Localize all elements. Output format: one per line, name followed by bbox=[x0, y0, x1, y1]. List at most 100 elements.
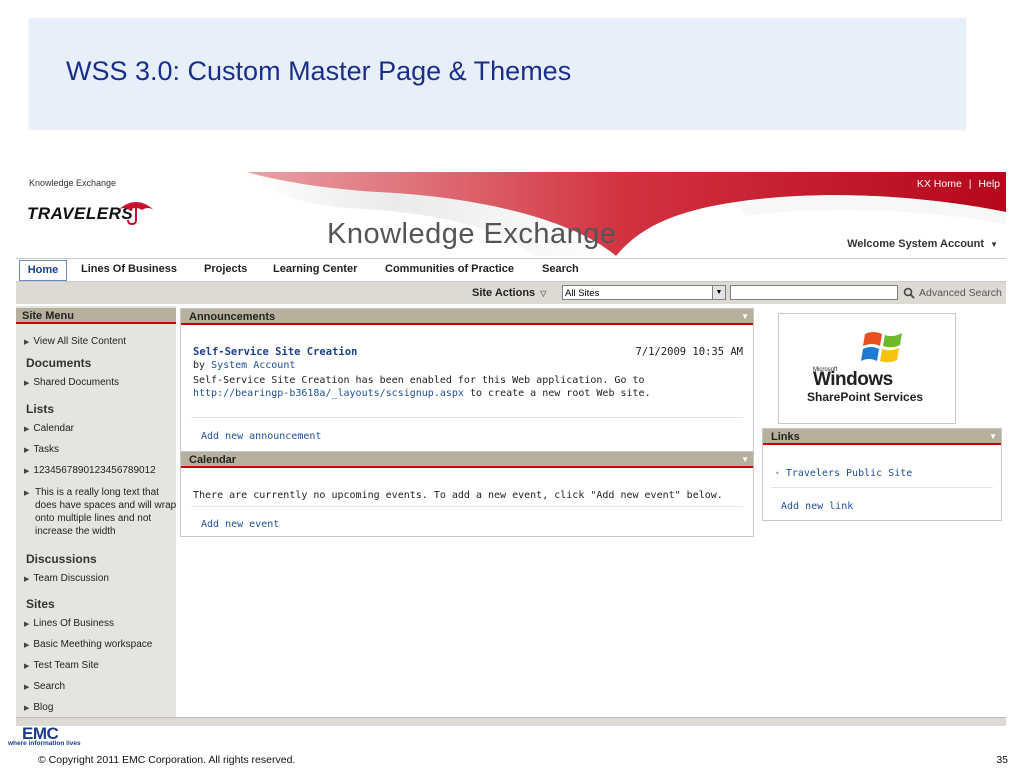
nav-item-label: This is a really long text that does hav… bbox=[35, 487, 177, 537]
nav-item-label: Test Team Site bbox=[33, 660, 99, 671]
search-icon[interactable] bbox=[903, 287, 915, 299]
section-sites-heading[interactable]: Sites bbox=[26, 597, 55, 611]
announcement-body-text: Self-Service Site Creation has been enab… bbox=[193, 375, 645, 386]
triangle-right-icon: ▶ bbox=[24, 621, 30, 628]
nav-item-team-discussion[interactable]: ▶ Team Discussion bbox=[24, 573, 109, 584]
announcements-webpart: Announcements ▼ Self-Service Site Creati… bbox=[180, 308, 754, 453]
top-navigation: Home Lines Of Business Projects Learning… bbox=[16, 258, 1006, 282]
announcement-date: 7/1/2009 10:35 AM bbox=[635, 346, 743, 358]
advanced-search-link[interactable]: Advanced Search bbox=[919, 287, 1002, 299]
search-scope-select[interactable]: All Sites ▼ bbox=[562, 285, 726, 300]
announcement-byline: by System Account bbox=[193, 360, 295, 371]
triangle-right-icon: ▶ bbox=[24, 684, 30, 691]
announcement-title-link[interactable]: Self-Service Site Creation bbox=[193, 346, 357, 358]
divider bbox=[771, 487, 993, 488]
umbrella-icon bbox=[118, 202, 154, 226]
page-number: 35 bbox=[996, 754, 1008, 766]
triangle-right-icon: ▶ bbox=[24, 426, 30, 433]
copyright-text: © Copyright 2011 EMC Corporation. All ri… bbox=[38, 754, 296, 766]
site-header: Knowledge Exchange TRAVELERS KX Home | H… bbox=[16, 172, 1006, 258]
triangle-right-icon: ▶ bbox=[24, 447, 30, 454]
triangle-right-icon: ▶ bbox=[24, 642, 30, 649]
nav-item-label: Shared Documents bbox=[33, 377, 119, 388]
nav-item-lines-of-business[interactable]: ▶ Lines Of Business bbox=[24, 618, 114, 629]
tab-learning-center[interactable]: Learning Center bbox=[273, 263, 357, 275]
site-actions-bar: Site Actions ▽ All Sites ▼ Advanced Sear… bbox=[16, 282, 1006, 304]
nav-item-tasks[interactable]: ▶ Tasks bbox=[24, 444, 59, 455]
divider bbox=[191, 506, 743, 507]
triangle-right-icon: ▶ bbox=[24, 468, 30, 475]
triangle-right-icon: ▶ bbox=[24, 380, 30, 387]
kx-home-link[interactable]: KX Home bbox=[917, 178, 962, 190]
sharepoint-screenshot: Knowledge Exchange TRAVELERS KX Home | H… bbox=[16, 172, 1006, 726]
dropdown-arrow-icon[interactable]: ▼ bbox=[712, 286, 725, 299]
top-link-separator: | bbox=[968, 178, 972, 190]
nav-item-calendar[interactable]: ▶ Calendar bbox=[24, 423, 74, 434]
nav-item-label: Team Discussion bbox=[33, 573, 109, 584]
nav-item-label: Calendar bbox=[33, 423, 74, 434]
triangle-right-icon: ▶ bbox=[24, 490, 30, 497]
triangle-right-icon: ▶ bbox=[24, 576, 30, 583]
quick-launch: Site Menu ▶ View All Site Content Documen… bbox=[16, 306, 176, 726]
search-input[interactable] bbox=[730, 285, 898, 300]
emc-tagline: where information lives bbox=[8, 740, 81, 747]
site-actions-label: Site Actions bbox=[472, 287, 536, 299]
site-title: Knowledge Exchange bbox=[327, 218, 617, 250]
tab-projects[interactable]: Projects bbox=[204, 263, 247, 275]
tab-search[interactable]: Search bbox=[542, 263, 579, 275]
announcements-header: Announcements ▼ bbox=[181, 309, 753, 325]
welcome-menu[interactable]: Welcome System Account ▼ bbox=[847, 238, 998, 250]
nav-item-shared-documents[interactable]: ▶ Shared Documents bbox=[24, 377, 119, 388]
nav-item-label: Basic Meething workspace bbox=[33, 639, 153, 650]
chevron-down-icon: ▼ bbox=[990, 240, 998, 249]
webpart-menu-icon[interactable]: ▼ bbox=[989, 429, 997, 445]
triangle-right-icon: ▶ bbox=[24, 705, 30, 712]
author-link[interactable]: System Account bbox=[211, 360, 295, 371]
welcome-label: Welcome System Account bbox=[847, 238, 985, 250]
section-discussions-heading[interactable]: Discussions bbox=[26, 552, 97, 566]
nav-item-label: Search bbox=[33, 681, 66, 692]
webpart-menu-icon[interactable]: ▼ bbox=[741, 309, 749, 325]
view-all-label: View All Site Content bbox=[33, 336, 127, 347]
triangle-right-icon: ▶ bbox=[24, 339, 30, 346]
announcements-title: Announcements bbox=[189, 311, 276, 323]
status-bar bbox=[16, 717, 1006, 726]
bullet-icon: • bbox=[775, 469, 780, 478]
site-name-small: Knowledge Exchange bbox=[29, 178, 117, 188]
view-all-site-content-link[interactable]: ▶ View All Site Content bbox=[24, 336, 126, 347]
calendar-title: Calendar bbox=[189, 454, 237, 466]
windows-label: Windows bbox=[813, 369, 893, 390]
add-new-announcement-link[interactable]: Add new announcement bbox=[201, 431, 321, 442]
scsignup-link[interactable]: http://bearingp-b3618a/_layouts/scsignup… bbox=[193, 388, 464, 399]
webpart-menu-icon[interactable]: ▼ bbox=[741, 452, 749, 468]
nav-item-test-team-site[interactable]: ▶ Test Team Site bbox=[24, 660, 99, 671]
tab-communities-of-practice[interactable]: Communities of Practice bbox=[385, 263, 514, 275]
nav-item-basic-meeting-workspace[interactable]: ▶ Basic Meething workspace bbox=[24, 639, 152, 650]
site-actions-menu[interactable]: Site Actions ▽ bbox=[472, 287, 546, 299]
announcement-body: Self-Service Site Creation has been enab… bbox=[193, 374, 733, 400]
nav-item-label: 1234567890123456789012 bbox=[33, 465, 156, 476]
tab-lines-of-business[interactable]: Lines Of Business bbox=[81, 263, 177, 275]
nav-item-blog[interactable]: ▶ Blog bbox=[24, 702, 53, 713]
link-item[interactable]: • Travelers Public Site bbox=[775, 468, 912, 479]
tab-home[interactable]: Home bbox=[19, 260, 67, 281]
add-new-link-link[interactable]: Add new link bbox=[781, 501, 853, 512]
links-header: Links ▼ bbox=[763, 429, 1001, 445]
section-lists-heading[interactable]: Lists bbox=[26, 402, 54, 416]
nav-item-label: Lines Of Business bbox=[33, 618, 114, 629]
chevron-down-icon: ▽ bbox=[540, 289, 547, 298]
nav-item-label: Tasks bbox=[33, 444, 59, 455]
windows-sharepoint-logo: Microsoft Windows SharePoint Services bbox=[778, 313, 956, 424]
calendar-webpart: Calendar ▼ There are currently no upcomi… bbox=[180, 451, 754, 537]
divider bbox=[191, 417, 743, 418]
add-new-event-link[interactable]: Add new event bbox=[201, 519, 279, 530]
section-documents-heading[interactable]: Documents bbox=[26, 356, 91, 370]
nav-item-number-list[interactable]: ▶ 1234567890123456789012 bbox=[24, 465, 156, 476]
nav-item-search[interactable]: ▶ Search bbox=[24, 681, 65, 692]
search-scope-value: All Sites bbox=[565, 288, 600, 299]
link-item-label: Travelers Public Site bbox=[785, 468, 913, 479]
help-link[interactable]: Help bbox=[978, 178, 1000, 190]
nav-item-long-text[interactable]: ▶ This is a really long text that does ha… bbox=[24, 486, 177, 540]
nav-item-label: Blog bbox=[33, 702, 54, 713]
top-links: KX Home | Help bbox=[917, 178, 1000, 190]
